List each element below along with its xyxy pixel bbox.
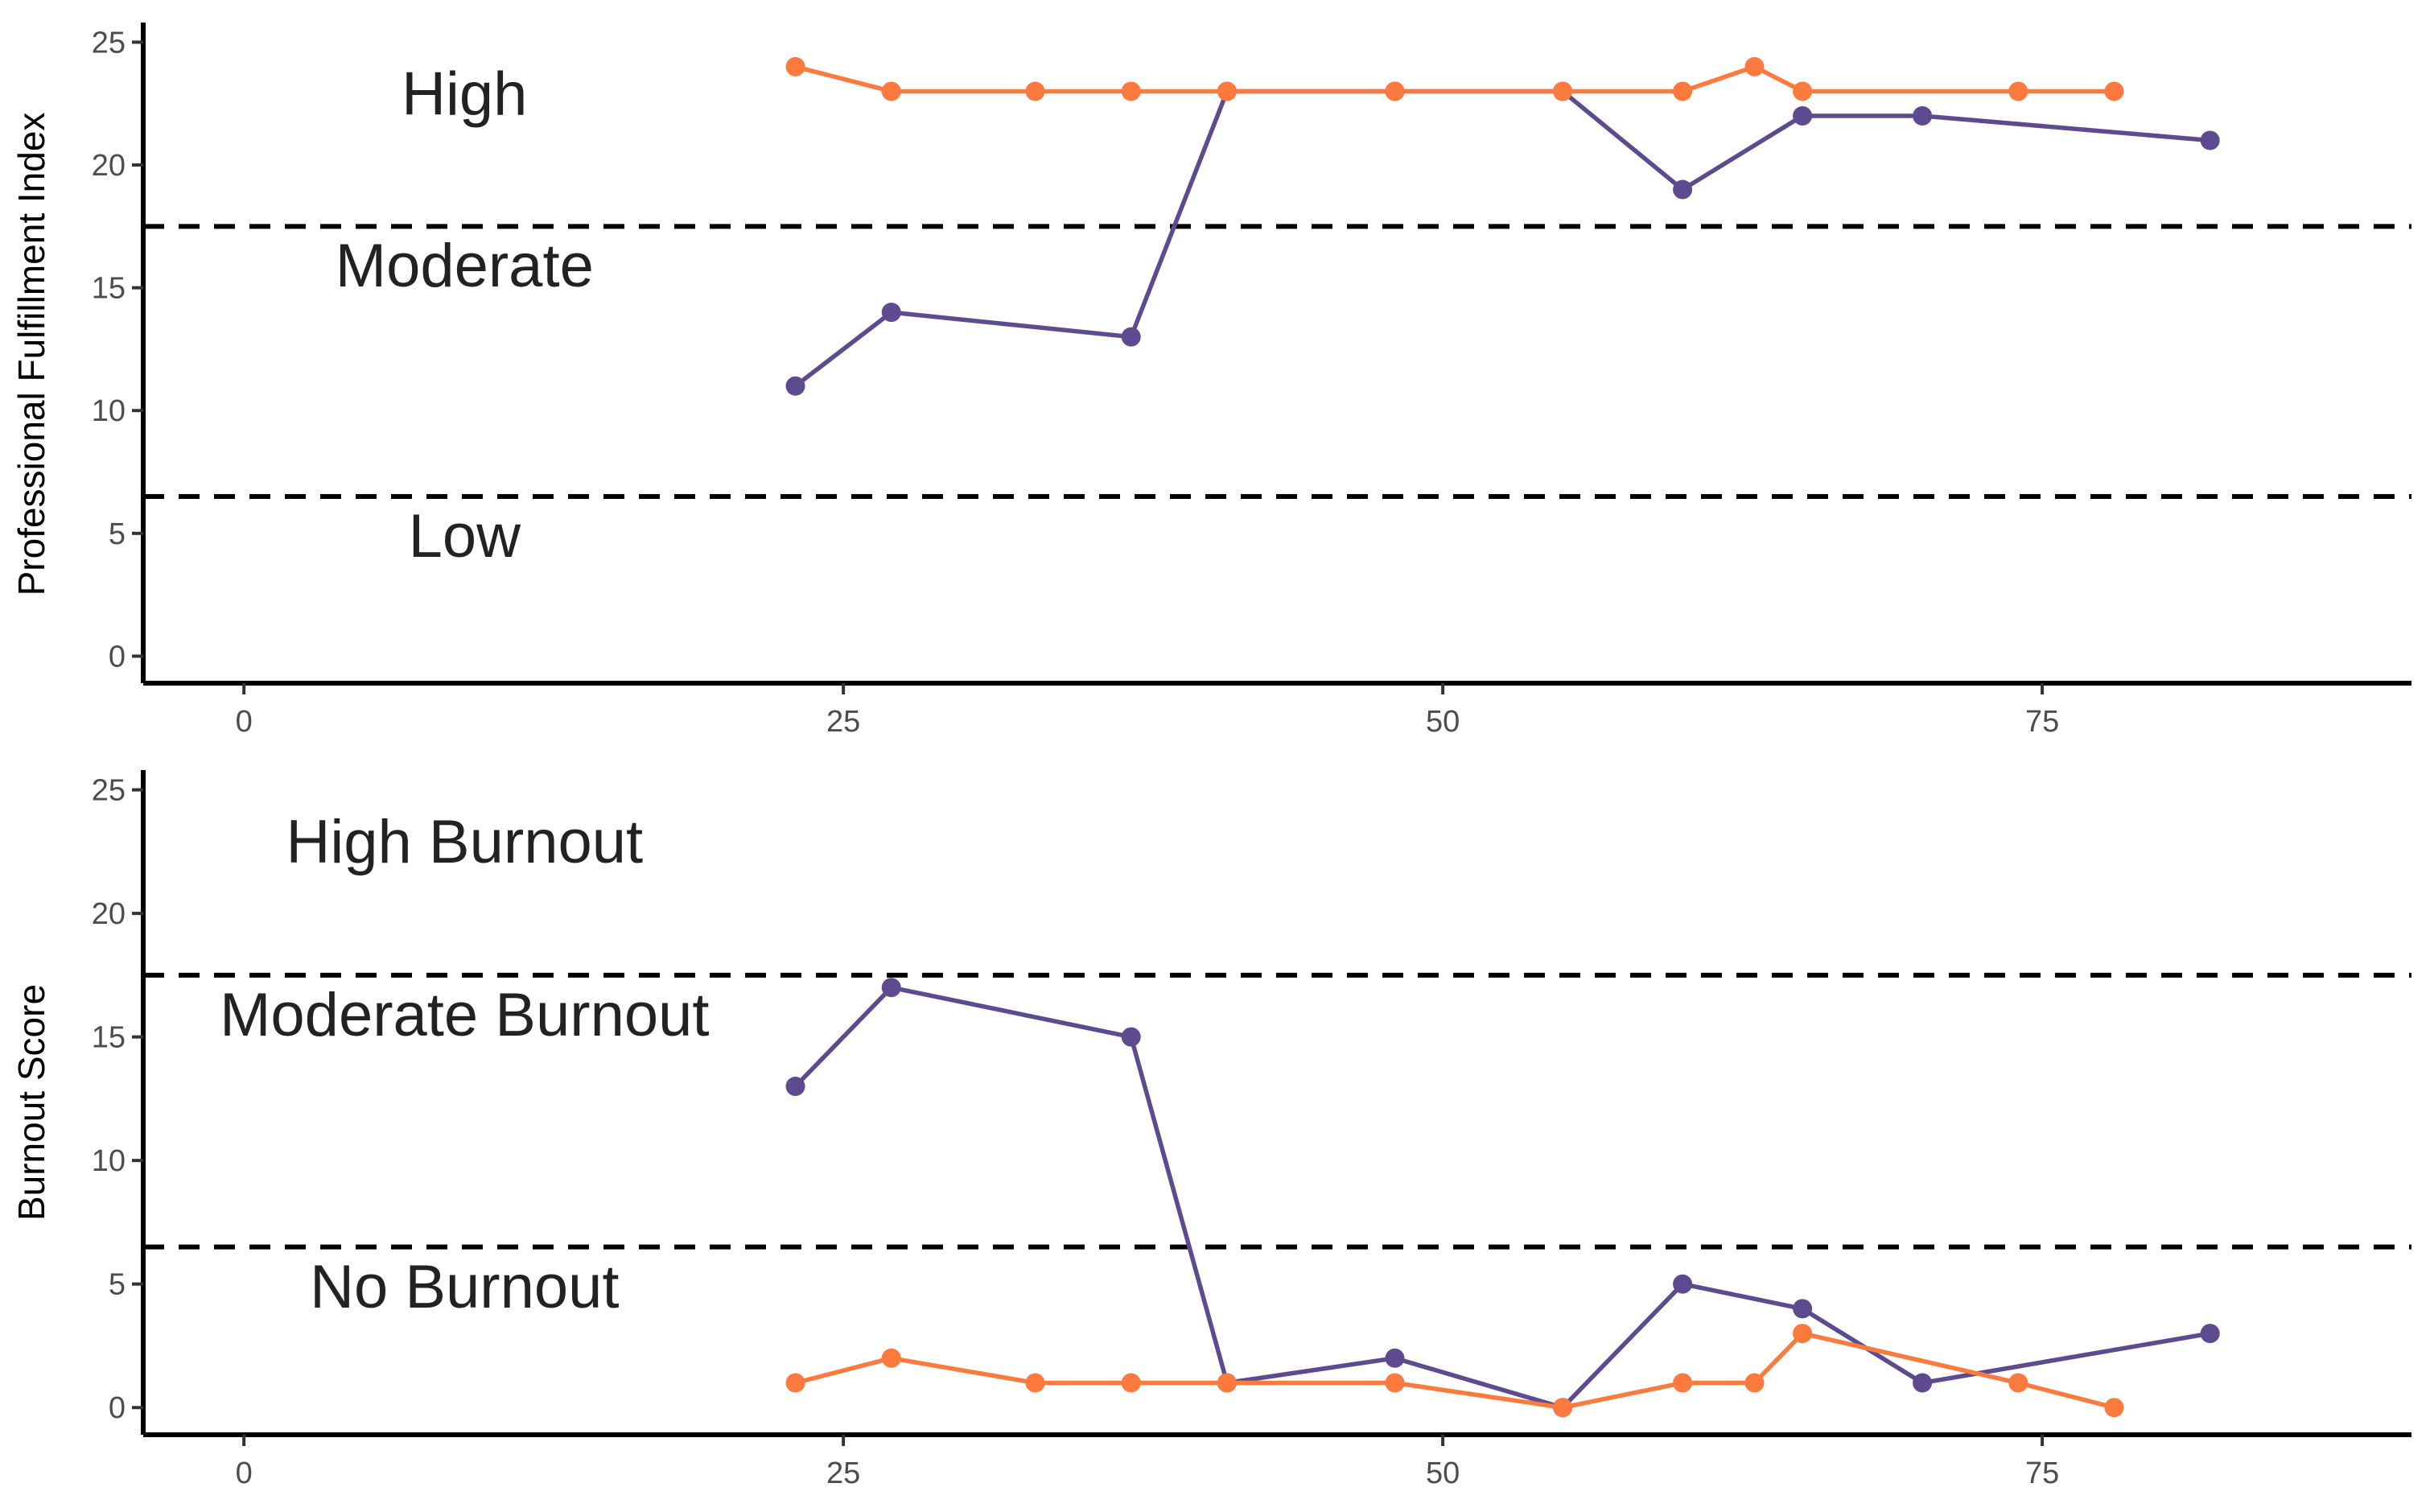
- purple-series-point: [785, 376, 805, 396]
- y-tick-label: 10: [92, 394, 126, 428]
- orange-series-line: [794, 64, 2115, 94]
- orange-series-point: [1385, 81, 1405, 101]
- zone-label: High Burnout: [286, 808, 644, 876]
- orange-series-point: [1744, 56, 1765, 76]
- x-tick-label: 25: [826, 705, 860, 739]
- orange-series-line: [794, 1331, 2115, 1410]
- y-tick-label: 5: [109, 517, 126, 551]
- zone-label: High: [402, 60, 527, 129]
- fulfillment-panel: 0 5 10 15 20 25 0 25 50 75 Professional Fulfillmen…: [10, 23, 2411, 739]
- burnout-panel: 0 5 10 15 20 25 0 25 50 75 Burnout Score High Burno…: [10, 770, 2411, 1490]
- orange-series-point: [1553, 1398, 1573, 1418]
- orange-series-point: [1121, 1373, 1141, 1393]
- x-tick-label: 0: [236, 1456, 253, 1490]
- x-tick-label: 50: [1426, 1456, 1460, 1490]
- chart-figure: 05101520250 25 50 75Professional Fulfillmen…: [10, 23, 2411, 1490]
- orange-series-point: [785, 56, 805, 76]
- x-tick-label: 50: [1426, 705, 1460, 739]
- purple-series-point: [2200, 130, 2220, 150]
- purple-series-point: [1913, 1373, 1933, 1393]
- orange-series-point: [881, 1348, 901, 1368]
- orange-series-point: [1793, 1324, 1813, 1344]
- purple-series-point: [1913, 105, 1933, 126]
- orange-series-point: [2104, 81, 2124, 101]
- y-axis-title: Professional Fulfillment Index: [10, 113, 52, 596]
- y-tick-label: 0: [109, 1391, 126, 1425]
- orange-series-point: [1025, 81, 1045, 101]
- orange-series-point: [1217, 81, 1237, 101]
- y-tick-label: 20: [92, 149, 126, 183]
- purple-series-point: [1673, 179, 1693, 200]
- zone-label: Moderate: [336, 232, 594, 300]
- purple-series-point: [1673, 1274, 1693, 1294]
- y-tick-label: 25: [92, 26, 126, 60]
- orange-series-point: [1121, 81, 1141, 101]
- y-tick-label: 15: [92, 272, 126, 306]
- y-tick-label: 25: [92, 774, 126, 808]
- orange-series-point: [2008, 1373, 2028, 1393]
- x-tick-label: 0: [236, 705, 253, 739]
- orange-series-point: [1744, 1373, 1765, 1393]
- x-tick-label: 75: [2025, 705, 2059, 739]
- y-tick-label: 15: [92, 1021, 126, 1055]
- purple-series-point: [1121, 1027, 1141, 1047]
- orange-series-point: [1217, 1373, 1237, 1393]
- orange-series-point: [1793, 81, 1813, 101]
- purple-series-point: [881, 303, 901, 323]
- y-tick-label: 0: [109, 640, 126, 674]
- x-tick-label: 75: [2025, 1456, 2059, 1490]
- orange-series-point: [1553, 81, 1573, 101]
- orange-series-point: [785, 1373, 805, 1393]
- y-tick-label: 5: [109, 1268, 126, 1302]
- orange-series-point: [1673, 1373, 1693, 1393]
- purple-series-point: [1793, 105, 1813, 126]
- zone-label: Moderate Burnout: [220, 981, 709, 1049]
- purple-series-line: [793, 89, 2210, 388]
- orange-series-point: [2104, 1398, 2124, 1418]
- purple-series-point: [881, 978, 901, 998]
- x-tick-label: 25: [826, 1456, 860, 1490]
- purple-series-line: [793, 985, 2211, 1410]
- purple-series-point: [1385, 1348, 1405, 1368]
- orange-series-point: [2008, 81, 2028, 101]
- orange-series-point: [881, 81, 901, 101]
- y-tick-label: 20: [92, 897, 126, 931]
- purple-series-point: [785, 1077, 805, 1097]
- zone-label: No Burnout: [310, 1253, 619, 1321]
- y-axis-title: Burnout Score: [10, 984, 52, 1221]
- orange-series-point: [1673, 81, 1693, 101]
- orange-series-point: [1025, 1373, 1045, 1393]
- zone-label: Low: [409, 502, 522, 571]
- orange-series-point: [1385, 1373, 1405, 1393]
- purple-series-point: [1793, 1299, 1813, 1319]
- purple-series-point: [1121, 327, 1141, 347]
- purple-series-point: [2200, 1324, 2220, 1344]
- y-tick-label: 10: [92, 1144, 126, 1178]
